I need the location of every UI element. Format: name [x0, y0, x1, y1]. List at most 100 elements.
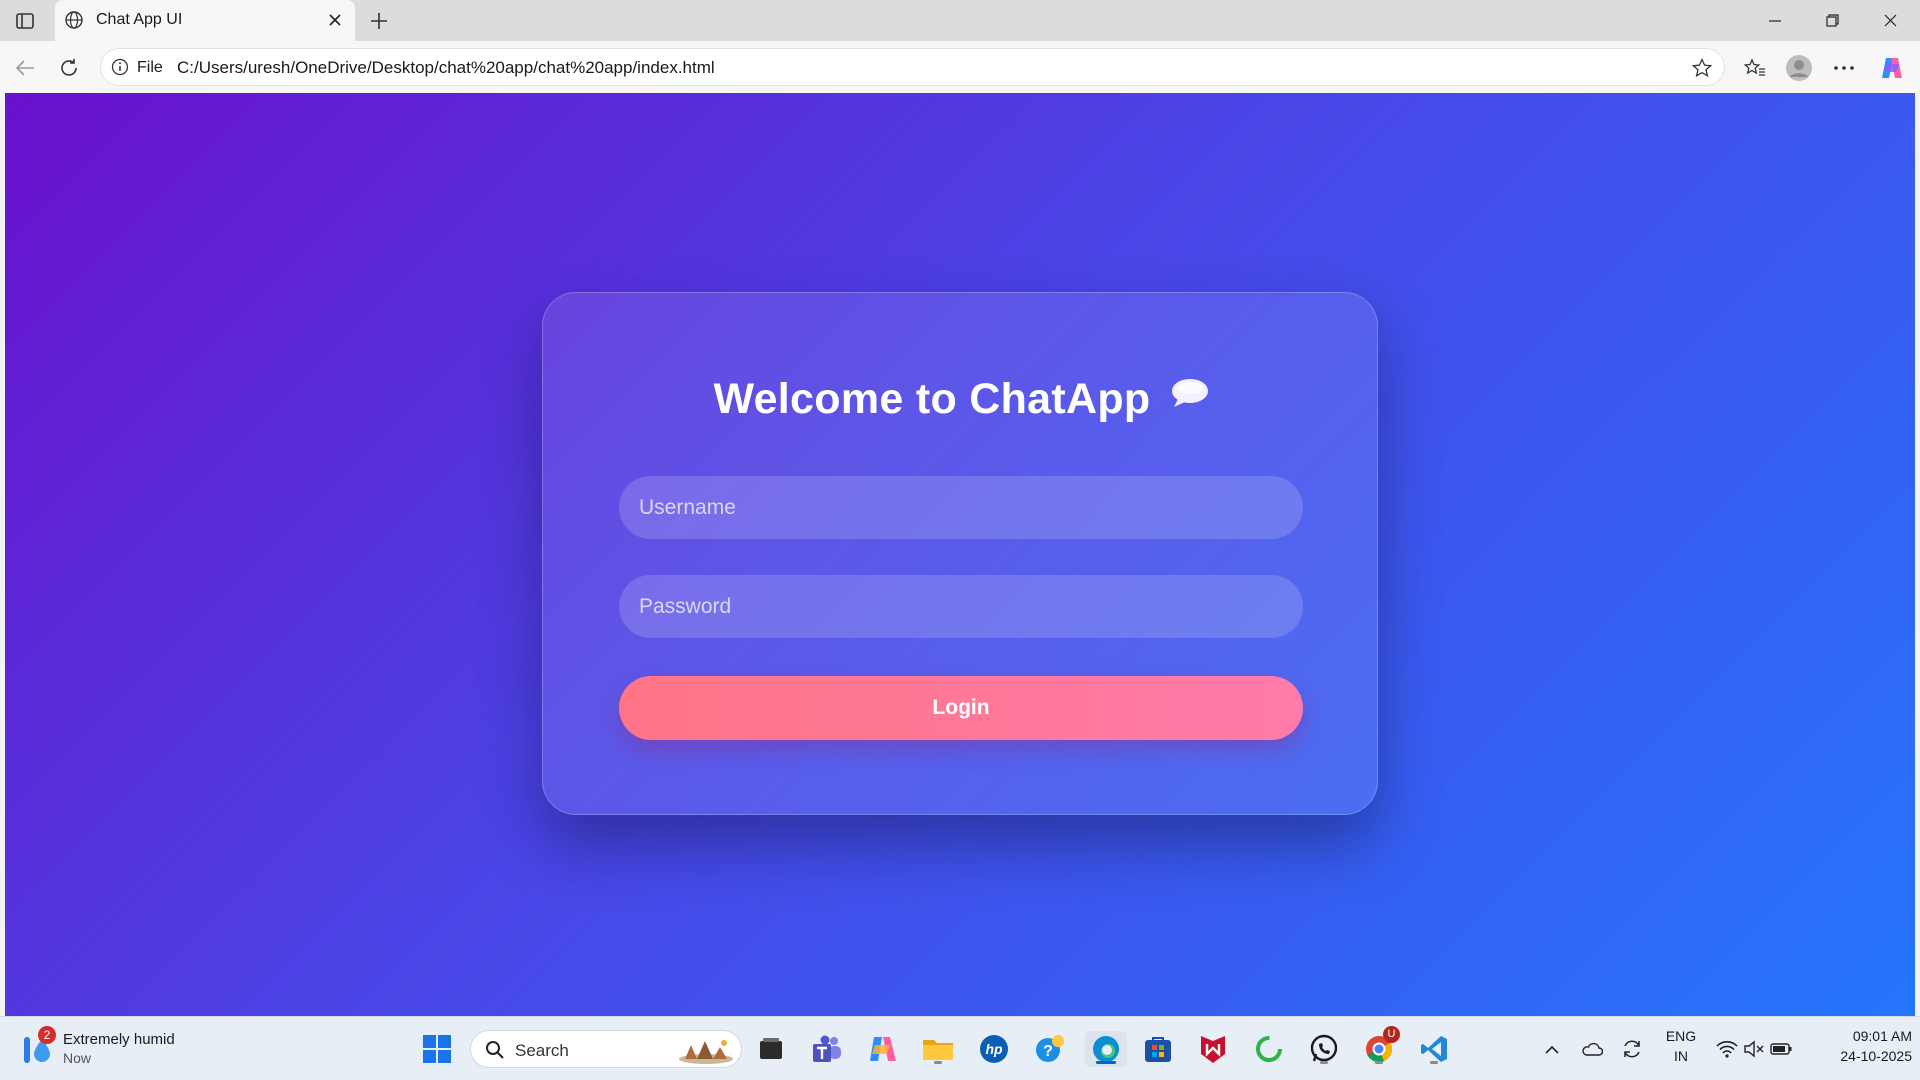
- sidebar-toggle-button[interactable]: [8, 6, 42, 36]
- copilot-icon: [1882, 58, 1902, 78]
- browser-toolbar: File C:/Users/uresh/OneDrive/Desktop/cha…: [0, 41, 1920, 93]
- running-indicator: [934, 1061, 942, 1064]
- running-indicator: [1320, 1061, 1328, 1064]
- chrome-profile-badge: U: [1383, 1026, 1400, 1043]
- quick-settings-tray[interactable]: [1708, 1031, 1800, 1067]
- username-input[interactable]: [619, 476, 1303, 539]
- sidebar-toggle-icon: [16, 13, 34, 29]
- show-hidden-icons-button[interactable]: [1535, 1031, 1569, 1067]
- close-tab-button[interactable]: [323, 8, 347, 32]
- login-button[interactable]: Login: [619, 676, 1303, 740]
- clock-date: 24-10-2025: [1840, 1048, 1912, 1064]
- store-icon: [1145, 1037, 1171, 1062]
- chrome-app[interactable]: U: [1361, 1026, 1400, 1067]
- file-explorer-app[interactable]: [920, 1031, 956, 1067]
- help-icon: ?: [1036, 1035, 1064, 1062]
- weather-widget[interactable]: 2 Extremely humid Now: [20, 1026, 220, 1069]
- mcafee-app[interactable]: [1195, 1031, 1231, 1067]
- vscode-icon: [1421, 1036, 1447, 1062]
- running-indicator: [1430, 1061, 1438, 1064]
- edge-icon: [1093, 1036, 1119, 1062]
- refresh-app[interactable]: [1251, 1031, 1287, 1067]
- taskbar-search[interactable]: Search: [470, 1030, 742, 1068]
- hp-icon: hp: [980, 1035, 1008, 1063]
- minimize-button[interactable]: [1747, 0, 1803, 41]
- password-input[interactable]: [619, 575, 1303, 638]
- more-icon: [1834, 66, 1854, 70]
- folder-icon: [923, 1040, 953, 1060]
- whatsapp-app[interactable]: [1306, 1031, 1342, 1067]
- more-button[interactable]: [1827, 51, 1861, 85]
- tab-title: Chat App UI: [96, 11, 183, 28]
- sync-tray[interactable]: [1615, 1031, 1649, 1067]
- language-bottom: IN: [1674, 1048, 1688, 1064]
- tab-chat-app[interactable]: Chat App UI: [55, 0, 355, 41]
- new-tab-button[interactable]: [364, 6, 394, 36]
- battery-icon: [1770, 1043, 1792, 1055]
- copilot-app-icon: [870, 1037, 896, 1061]
- weather-text: Extremely humid: [63, 1031, 175, 1048]
- wifi-icon: [1716, 1041, 1738, 1058]
- page-viewport: Welcome to ChatApp Login: [5, 93, 1915, 1016]
- info-icon[interactable]: [111, 58, 129, 76]
- address-scheme-label: File: [137, 59, 163, 76]
- mcafee-icon: [1201, 1036, 1225, 1063]
- back-button[interactable]: [8, 51, 42, 85]
- plus-icon: [371, 13, 387, 29]
- circular-arrows-icon: [1256, 1036, 1282, 1062]
- edge-app[interactable]: [1085, 1031, 1127, 1067]
- svg-text:?: ?: [1043, 1043, 1053, 1060]
- address-url[interactable]: C:/Users/uresh/OneDrive/Desktop/chat%20a…: [177, 58, 715, 78]
- copilot-app[interactable]: [865, 1031, 901, 1067]
- clock-time: 09:01 AM: [1852, 1028, 1912, 1044]
- hp-app[interactable]: hp: [976, 1031, 1012, 1067]
- cloud-icon: [1582, 1042, 1603, 1056]
- whatsapp-icon: [1310, 1034, 1338, 1062]
- active-indicator: [1096, 1061, 1116, 1064]
- weather-badge: 2: [38, 1026, 56, 1044]
- running-indicator: [1375, 1061, 1383, 1064]
- copilot-button[interactable]: [1875, 51, 1909, 85]
- weather-subtext: Now: [63, 1050, 92, 1066]
- help-app[interactable]: ?: [1032, 1031, 1068, 1067]
- teams-app[interactable]: [809, 1031, 845, 1067]
- close-icon: [329, 14, 341, 26]
- search-icon: [486, 1041, 504, 1059]
- sync-icon: [1624, 1040, 1640, 1058]
- task-view-icon: [760, 1038, 782, 1059]
- search-highlight-icon: [679, 1040, 733, 1064]
- favorite-star-button[interactable]: [1688, 54, 1716, 82]
- vscode-app[interactable]: [1416, 1031, 1452, 1067]
- refresh-button[interactable]: [52, 51, 86, 85]
- svg-text:hp: hp: [985, 1041, 1003, 1057]
- page-title: Welcome to ChatApp: [543, 371, 1379, 424]
- search-label: Search: [515, 1041, 569, 1060]
- profile-icon: [1786, 55, 1812, 81]
- language-top: ENG: [1665, 1028, 1697, 1044]
- favorites-icon: [1744, 58, 1765, 76]
- start-button[interactable]: [419, 1031, 455, 1067]
- taskbar: 2 Extremely humid Now Search hp ? U ENG …: [0, 1016, 1920, 1080]
- chevron-up-icon: [1545, 1045, 1559, 1054]
- favorites-button[interactable]: [1738, 51, 1772, 85]
- address-bar[interactable]: File C:/Users/uresh/OneDrive/Desktop/cha…: [100, 48, 1725, 86]
- window-close-icon: [1884, 14, 1896, 27]
- task-view-button[interactable]: [753, 1031, 789, 1067]
- refresh-icon: [61, 59, 77, 76]
- star-icon: [1692, 58, 1712, 78]
- tab-strip: Chat App UI: [0, 0, 1920, 41]
- window-close-button[interactable]: [1862, 0, 1918, 41]
- page-title-text: Welcome to ChatApp: [713, 375, 1151, 423]
- onedrive-tray[interactable]: [1575, 1031, 1609, 1067]
- windows-start-icon: [423, 1035, 451, 1063]
- profile-button[interactable]: [1782, 51, 1816, 85]
- back-icon: [15, 60, 34, 76]
- restore-icon: [1825, 14, 1839, 27]
- store-app[interactable]: [1140, 1031, 1176, 1067]
- globe-icon: [65, 11, 83, 29]
- speaker-muted-icon: [1744, 1040, 1764, 1058]
- minimize-icon: [1769, 19, 1781, 22]
- restore-button[interactable]: [1804, 0, 1860, 41]
- login-card: Welcome to ChatApp Login: [542, 292, 1378, 815]
- speech-bubble-icon: [1169, 371, 1209, 407]
